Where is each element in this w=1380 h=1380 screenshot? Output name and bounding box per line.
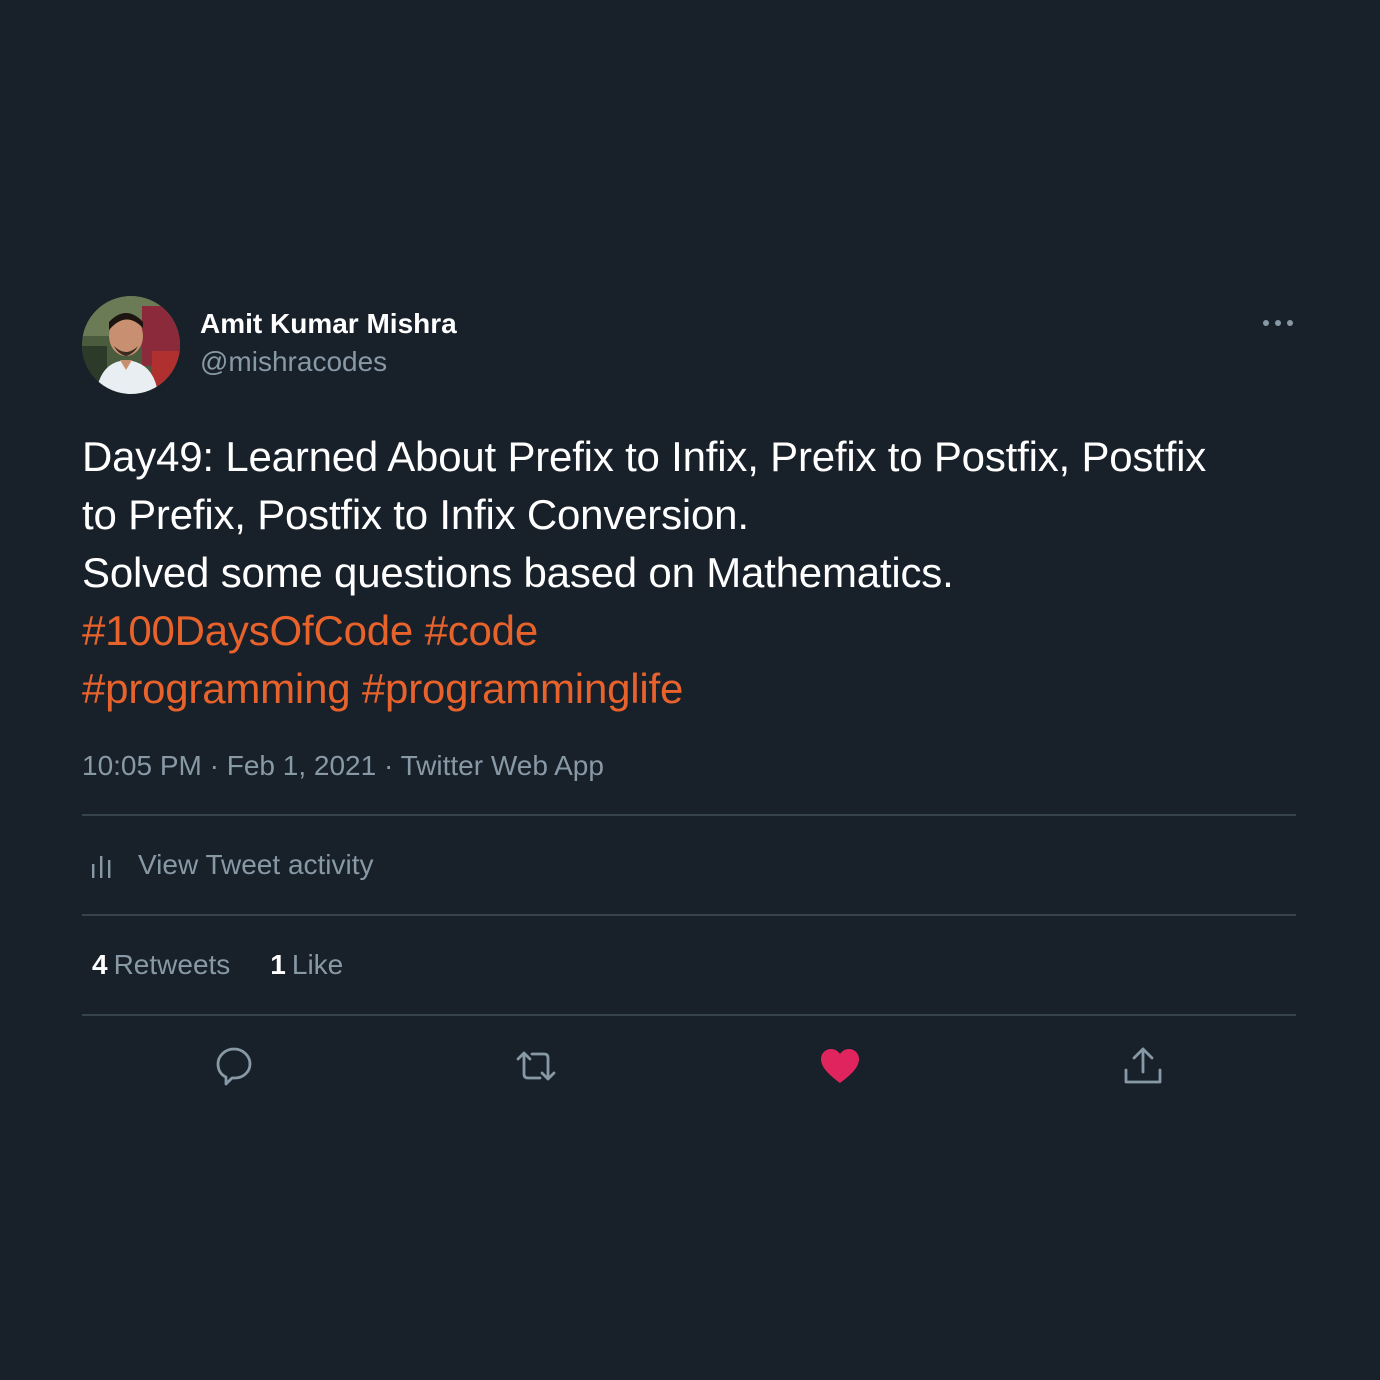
tweet-stats: 4 Retweets 1 Like <box>82 916 1296 1014</box>
author-display-name[interactable]: Amit Kumar Mishra <box>200 306 457 342</box>
retweets-count: 4 <box>92 949 108 980</box>
likes-label: Like <box>291 949 344 980</box>
like-button[interactable] <box>818 1044 862 1088</box>
meta-separator: · <box>383 750 394 781</box>
reply-button[interactable] <box>212 1044 256 1088</box>
tweet-text: Day49: Learned About Prefix to Infix, Pr… <box>82 428 1296 718</box>
author-names: Amit Kumar Mishra @mishracodes <box>200 306 457 382</box>
tweet-text-line: Day49: Learned About Prefix to Infix, Pr… <box>82 433 1207 480</box>
reply-icon <box>216 1047 252 1086</box>
heart-icon <box>821 1049 859 1083</box>
view-tweet-activity-button[interactable]: View Tweet activity <box>82 816 1296 914</box>
view-tweet-activity-label: View Tweet activity <box>138 849 374 880</box>
author-handle[interactable]: @mishracodes <box>200 342 457 382</box>
share-button[interactable] <box>1121 1044 1165 1088</box>
tweet-date[interactable]: Feb 1, 2021 <box>227 750 376 781</box>
more-icon[interactable] <box>1260 308 1296 338</box>
tweet-time[interactable]: 10:05 PM <box>82 750 202 781</box>
likes-stat[interactable]: 1 Like <box>270 949 343 981</box>
share-icon <box>1124 1047 1162 1084</box>
retweet-button[interactable] <box>514 1044 558 1088</box>
hashtag-line: #programming #programminglife <box>82 660 1296 718</box>
tweet-header: Amit Kumar Mishra @mishracodes <box>82 296 1296 394</box>
likes-count: 1 <box>270 949 286 980</box>
retweets-stat[interactable]: 4 Retweets <box>92 949 230 981</box>
tweet-text-line: Solved some questions based on Mathemati… <box>82 549 954 596</box>
retweet-icon <box>516 1051 556 1081</box>
hashtag-link[interactable]: #code <box>425 607 539 654</box>
tweet-actions <box>82 1016 1296 1116</box>
analytics-icon <box>92 856 111 878</box>
tweet-text-line: to Prefix, Postfix to Infix Conversion. <box>82 491 749 538</box>
hashtag-link[interactable]: #programming <box>82 665 351 712</box>
tweet-card: Amit Kumar Mishra @mishracodes Day49: Le… <box>82 296 1296 1116</box>
avatar[interactable] <box>82 296 180 394</box>
tweet-source[interactable]: Twitter Web App <box>401 750 604 781</box>
hashtag-link[interactable]: #100DaysOfCode <box>82 607 413 654</box>
hashtag-link[interactable]: #programminglife <box>362 665 683 712</box>
meta-separator: · <box>209 750 219 781</box>
retweets-label: Retweets <box>113 949 231 980</box>
tweet-meta: 10:05 PM · Feb 1, 2021 · Twitter Web App <box>82 746 1296 786</box>
avatar-image <box>82 296 180 394</box>
hashtag-line: #100DaysOfCode #code <box>82 602 1296 660</box>
